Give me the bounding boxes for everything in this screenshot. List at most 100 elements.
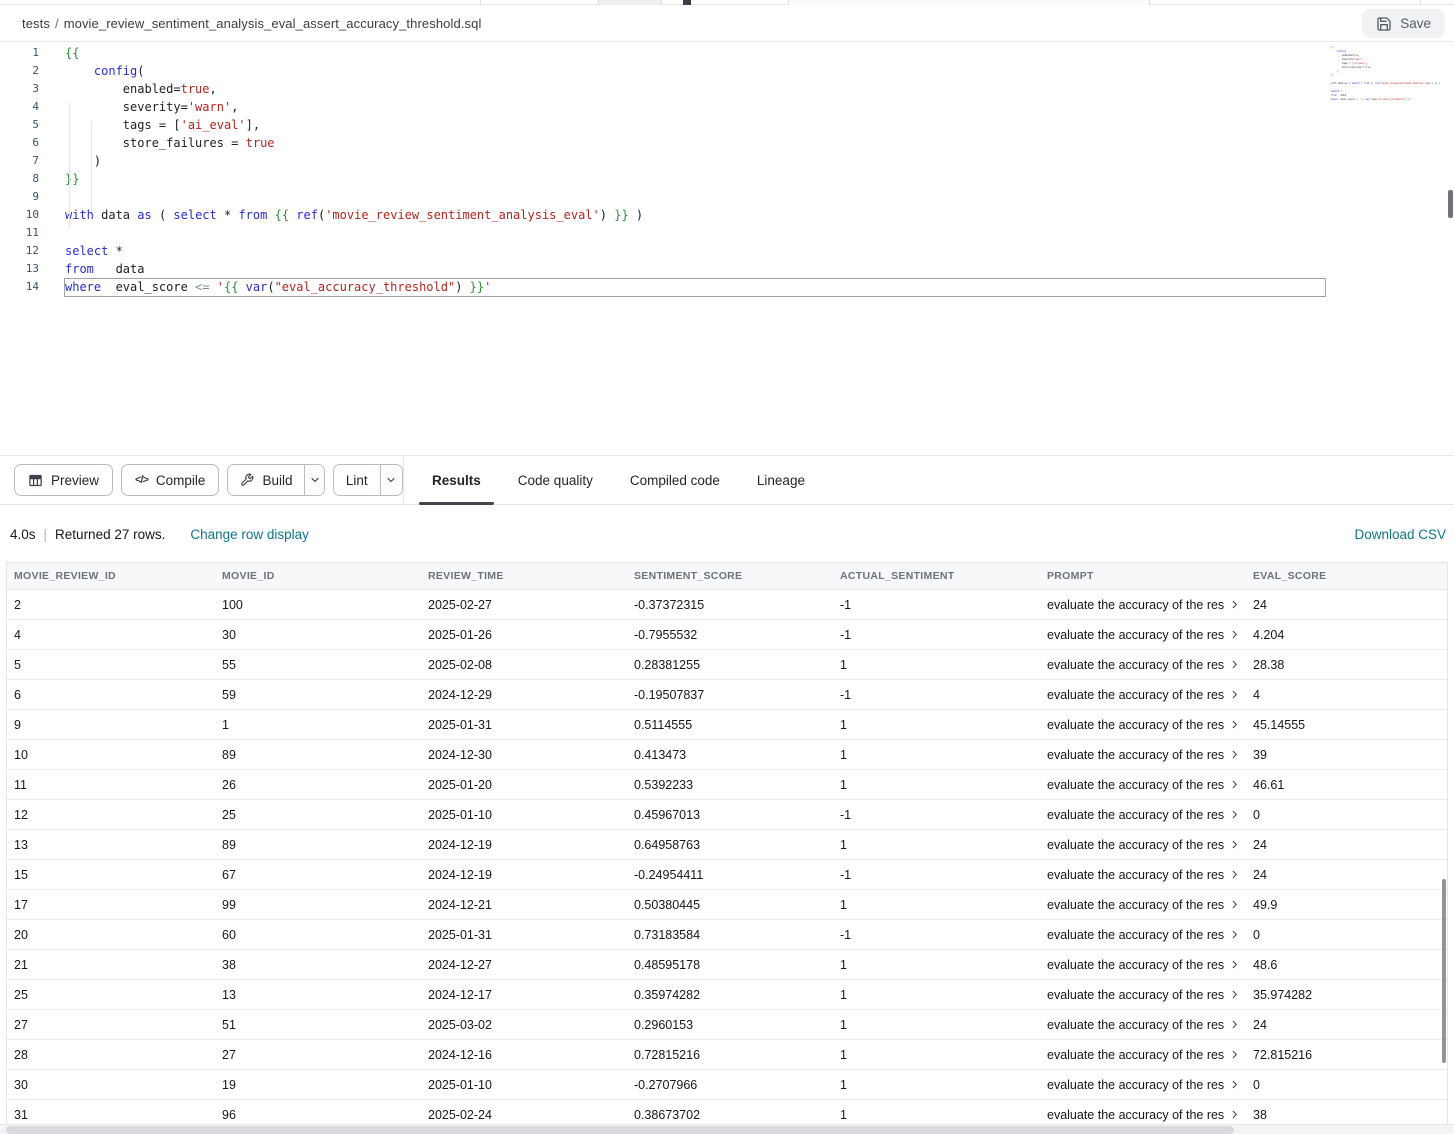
table-cell: 1 [833, 838, 1040, 852]
expand-chevron-icon [1229, 749, 1240, 760]
prompt-preview-text: evaluate the accuracy of the res… [1047, 838, 1224, 852]
tab-compiled-code[interactable]: Compiled code [630, 456, 720, 504]
table-cell: 46.61 [1246, 778, 1447, 792]
table-cell: -1 [833, 808, 1040, 822]
editor-code[interactable]: {{ config( enabled=true, severity='warn'… [44, 44, 643, 455]
column-header-review_time: REVIEW_TIME [421, 570, 627, 582]
table-cell: 96 [215, 1108, 421, 1122]
line-number: 11 [0, 224, 39, 242]
horizontal-scrollbar-thumb[interactable] [6, 1126, 1234, 1134]
prompt-cell[interactable]: evaluate the accuracy of the res… [1040, 928, 1246, 942]
column-header-eval_score: EVAL_SCORE [1246, 570, 1447, 582]
line-number: 13 [0, 260, 39, 278]
code-line: where eval_score <= '{{ var("eval_accura… [65, 278, 643, 296]
prompt-cell[interactable]: evaluate the accuracy of the res… [1040, 748, 1246, 762]
change-row-display-link[interactable]: Change row display [190, 527, 309, 542]
build-button[interactable]: Build [228, 465, 304, 495]
tab-lineage[interactable]: Lineage [757, 456, 805, 504]
table-cell: 99 [215, 898, 421, 912]
prompt-cell[interactable]: evaluate the accuracy of the res… [1040, 1078, 1246, 1092]
table-cell: 12 [7, 808, 215, 822]
prompt-cell[interactable]: evaluate the accuracy of the res… [1040, 898, 1246, 912]
table-row: 11262025-01-200.53922331evaluate the acc… [7, 770, 1447, 800]
prompt-cell[interactable]: evaluate the accuracy of the res… [1040, 988, 1246, 1002]
table-cell: 45.14555 [1246, 718, 1447, 732]
chevron-down-icon [309, 474, 321, 486]
breadcrumb-file: movie_review_sentiment_analysis_eval_ass… [64, 16, 482, 31]
expand-chevron-icon [1229, 989, 1240, 1000]
table-cell: 10 [7, 748, 215, 762]
prompt-cell[interactable]: evaluate the accuracy of the res… [1040, 658, 1246, 672]
line-number: 10 [0, 206, 39, 224]
table-cell: 1 [833, 1048, 1040, 1062]
table-cell: 2025-01-26 [421, 628, 627, 642]
build-split-button: Build [227, 464, 324, 496]
indent-guide [91, 121, 92, 211]
table-cell: 0 [1246, 808, 1447, 822]
editor-scrollbar-thumb[interactable] [1448, 190, 1453, 218]
table-cell: -0.24954411 [627, 868, 833, 882]
prompt-preview-text: evaluate the accuracy of the res… [1047, 1108, 1224, 1122]
table-cell: 55 [215, 658, 421, 672]
prompt-cell[interactable]: evaluate the accuracy of the res… [1040, 838, 1246, 852]
table-cell: 2024-12-27 [421, 958, 627, 972]
table-row: 6592024-12-29-0.19507837-1evaluate the a… [7, 680, 1447, 710]
tab-results[interactable]: Results [432, 456, 481, 504]
line-number: 8 [0, 170, 39, 188]
minimap[interactable]: {{ config( enabled=true, severity='warn'… [1331, 46, 1447, 102]
column-header-movie_review_id: MOVIE_REVIEW_ID [7, 570, 215, 582]
tab-divider [480, 0, 481, 5]
code-editor[interactable]: 1234567891011121314 {{ config( enabled=t… [0, 41, 1454, 455]
table-cell: 0.28381255 [627, 658, 833, 672]
table-cell: 21 [7, 958, 215, 972]
prompt-cell[interactable]: evaluate the accuracy of the res… [1040, 868, 1246, 882]
lint-button-label: Lint [346, 473, 368, 488]
prompt-cell[interactable]: evaluate the accuracy of the res… [1040, 808, 1246, 822]
lint-button[interactable]: Lint [334, 465, 380, 495]
code-line [65, 188, 643, 206]
expand-chevron-icon [1229, 629, 1240, 640]
expand-chevron-icon [1229, 1019, 1240, 1030]
prompt-cell[interactable]: evaluate the accuracy of the res… [1040, 598, 1246, 612]
table-cell: 39 [1246, 748, 1447, 762]
lint-split-button: Lint [333, 464, 403, 496]
table-cell: 48.6 [1246, 958, 1447, 972]
build-dropdown-button[interactable] [304, 465, 323, 495]
column-header-actual_sentiment: ACTUAL_SENTIMENT [833, 570, 1040, 582]
table-cell: 2025-01-31 [421, 718, 627, 732]
code-line: store_failures = true [65, 134, 643, 152]
table-cell: -1 [833, 868, 1040, 882]
prompt-cell[interactable]: evaluate the accuracy of the res… [1040, 1018, 1246, 1032]
compile-button[interactable]: </> Compile [121, 464, 219, 496]
table-cell: 0.5114555 [627, 718, 833, 732]
line-number: 9 [0, 188, 39, 206]
table-cell: 49.9 [1246, 898, 1447, 912]
prompt-cell[interactable]: evaluate the accuracy of the res… [1040, 688, 1246, 702]
table-row: 20602025-01-310.73183584-1evaluate the a… [7, 920, 1447, 950]
horizontal-scrollbar[interactable] [0, 1124, 1454, 1134]
prompt-cell[interactable]: evaluate the accuracy of the res… [1040, 1048, 1246, 1062]
prompt-cell[interactable]: evaluate the accuracy of the res… [1040, 958, 1246, 972]
table-cell: 2025-02-24 [421, 1108, 627, 1122]
table-cell: -1 [833, 598, 1040, 612]
prompt-preview-text: evaluate the accuracy of the res… [1047, 808, 1224, 822]
column-header-sentiment_score: SENTIMENT_SCORE [627, 570, 833, 582]
table-cell: 0.38673702 [627, 1108, 833, 1122]
prompt-cell[interactable]: evaluate the accuracy of the res… [1040, 778, 1246, 792]
table-cell: 0 [1246, 1078, 1447, 1092]
save-button[interactable]: Save [1362, 9, 1445, 38]
prompt-cell[interactable]: evaluate the accuracy of the res… [1040, 718, 1246, 732]
download-csv-link[interactable]: Download CSV [1354, 527, 1446, 542]
prompt-cell[interactable]: evaluate the accuracy of the res… [1040, 1108, 1246, 1122]
tab-code-quality[interactable]: Code quality [518, 456, 593, 504]
prompt-cell[interactable]: evaluate the accuracy of the res… [1040, 628, 1246, 642]
table-scrollbar-thumb[interactable] [1442, 879, 1446, 1063]
code-line: with data as ( select * from {{ ref('mov… [1331, 82, 1447, 86]
app-root: tests/movie_review_sentiment_analysis_ev… [0, 0, 1454, 1134]
breadcrumb-folder[interactable]: tests [22, 16, 50, 31]
preview-button[interactable]: Preview [14, 464, 113, 496]
table-cell: 19 [215, 1078, 421, 1092]
lint-dropdown-button[interactable] [380, 465, 402, 495]
table-cell: 1 [833, 778, 1040, 792]
table-cell: 60 [215, 928, 421, 942]
